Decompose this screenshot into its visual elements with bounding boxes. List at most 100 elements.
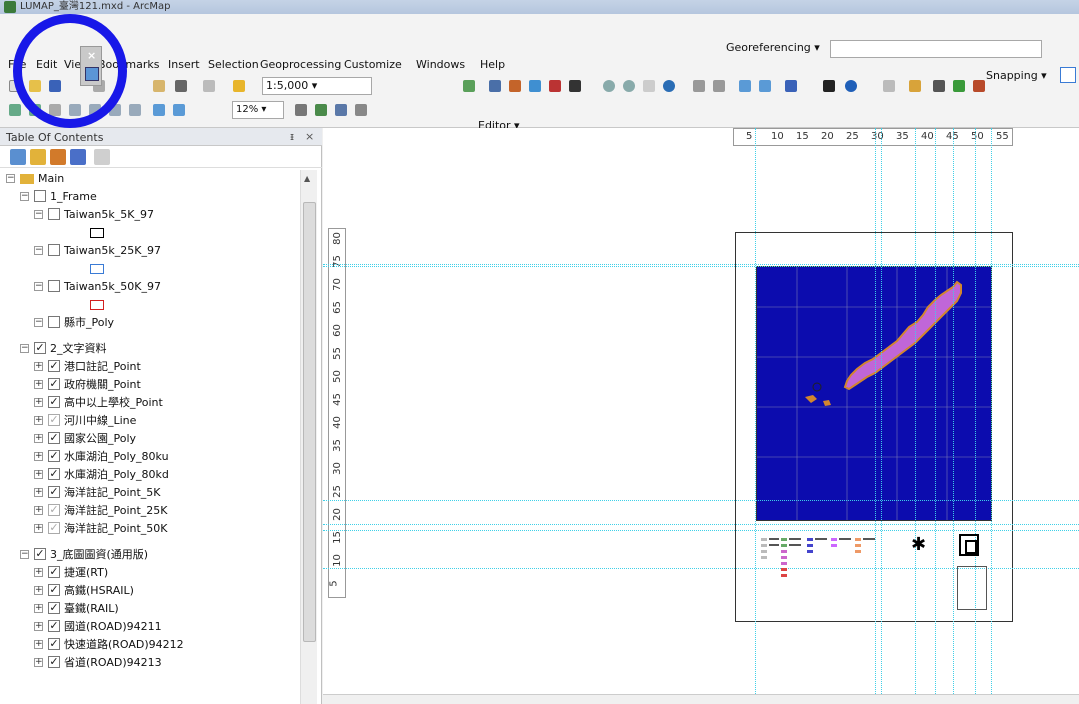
layer-row[interactable]: + ✓ 捷運(RT) [34, 564, 108, 582]
guide-line[interactable] [935, 128, 936, 704]
menu-customize[interactable]: Customize [344, 54, 402, 76]
expand-icon[interactable]: + [34, 397, 43, 407]
collapse-icon[interactable]: − [20, 191, 29, 201]
layer-checkbox[interactable]: ✓ [48, 414, 60, 426]
layout-zoom-out-icon[interactable] [26, 101, 44, 119]
guide-line[interactable] [991, 128, 992, 704]
layer-row[interactable]: + ✓ 海洋註記_Point_5K [34, 484, 161, 502]
north-arrow-icon[interactable]: ✱ [911, 534, 926, 555]
menu-edit[interactable]: Edit [36, 54, 57, 76]
collapse-icon[interactable]: − [34, 209, 43, 219]
expand-icon[interactable]: + [34, 451, 43, 461]
layout-tool-icon[interactable] [85, 67, 99, 81]
layer-checkbox[interactable]: ✓ [48, 468, 60, 480]
layer-symbol[interactable] [90, 264, 104, 274]
layer-checkbox[interactable]: ✓ [48, 602, 60, 614]
expand-icon[interactable]: + [34, 487, 43, 497]
layer-row[interactable]: + ✓ 國道(ROAD)94211 [34, 618, 162, 636]
list-by-selection-icon[interactable] [70, 149, 86, 165]
layer-checkbox[interactable]: ✓ [48, 378, 60, 390]
layer-row[interactable]: − Taiwan5k_25K_97 [34, 242, 161, 260]
fixed-zoom-out-layout-icon[interactable] [126, 101, 144, 119]
collapse-icon[interactable]: − [34, 281, 43, 291]
new-document-button[interactable] [6, 77, 24, 95]
full-extent-icon[interactable] [660, 77, 678, 95]
list-by-source-icon[interactable] [30, 149, 46, 165]
collapse-icon[interactable]: − [20, 549, 29, 559]
toc-root-main[interactable]: − Main [6, 170, 64, 188]
layer-checkbox[interactable]: ✓ [48, 620, 60, 632]
find-icon[interactable] [930, 77, 948, 95]
guide-line[interactable] [323, 530, 1079, 531]
guide-line[interactable] [323, 264, 1079, 265]
layer-checkbox[interactable] [48, 280, 60, 292]
catalog-button[interactable] [506, 77, 524, 95]
layer-symbol[interactable] [90, 228, 104, 238]
toggle-draft-mode-icon[interactable] [292, 101, 310, 119]
options-icon[interactable] [94, 149, 110, 165]
fixed-zoom-in-icon[interactable] [690, 77, 708, 95]
delete-button[interactable] [172, 77, 190, 95]
list-by-visibility-icon[interactable] [50, 149, 66, 165]
fixed-zoom-in-layout-icon[interactable] [106, 101, 124, 119]
layout-pan-icon[interactable] [46, 101, 64, 119]
floating-toolbar[interactable]: × [80, 46, 102, 86]
expand-icon[interactable]: + [34, 603, 43, 613]
layer-row[interactable]: + ✓ 政府機關_Point [34, 376, 141, 394]
fixed-zoom-out-icon[interactable] [710, 77, 728, 95]
layer-checkbox[interactable]: ✓ [48, 504, 60, 516]
expand-icon[interactable]: + [34, 567, 43, 577]
expand-icon[interactable]: + [34, 433, 43, 443]
layer-checkbox[interactable]: ✓ [48, 486, 60, 498]
focus-data-frame-icon[interactable] [312, 101, 330, 119]
layer-row[interactable]: + ✓ 臺鐵(RAIL) [34, 600, 119, 618]
georeferencing-dropdown[interactable]: Georeferencing ▾ [726, 41, 820, 54]
select-features-icon[interactable] [782, 77, 800, 95]
expand-icon[interactable]: + [34, 379, 43, 389]
layer-checkbox[interactable]: ✓ [48, 360, 60, 372]
find-route-icon[interactable] [950, 77, 968, 95]
layer-checkbox[interactable]: ✓ [48, 432, 60, 444]
layer-checkbox[interactable] [48, 244, 60, 256]
collapse-icon[interactable]: − [6, 173, 15, 183]
layer-row[interactable]: − 縣市_Poly [34, 314, 114, 332]
data-frame[interactable] [756, 266, 992, 521]
layer-row[interactable]: + ✓ 快速道路(ROAD)94212 [34, 636, 184, 654]
layer-group-row[interactable]: − 1_Frame [20, 188, 97, 206]
layer-checkbox[interactable]: ✓ [48, 522, 60, 534]
undo-button[interactable] [200, 77, 218, 95]
inset-map[interactable] [957, 566, 987, 610]
menu-file[interactable]: File [8, 54, 26, 76]
collapse-icon[interactable]: − [34, 317, 43, 327]
toc-scrollbar[interactable]: ▲ [300, 170, 317, 704]
guide-line[interactable] [875, 128, 876, 704]
guide-line[interactable] [323, 500, 1079, 501]
expand-icon[interactable]: + [34, 523, 43, 533]
layer-row[interactable]: + ✓ 水庫湖泊_Poly_80ku [34, 448, 169, 466]
menu-bookmarks[interactable]: Bookmarks [98, 54, 159, 76]
guide-line[interactable] [953, 128, 954, 704]
python-button[interactable] [566, 77, 584, 95]
guide-line[interactable] [755, 128, 756, 704]
menu-insert[interactable]: Insert [168, 54, 200, 76]
zoom-out-icon[interactable] [620, 77, 638, 95]
layer-checkbox[interactable]: ✓ [48, 450, 60, 462]
layer-checkbox[interactable] [34, 190, 46, 202]
expand-icon[interactable]: + [34, 505, 43, 515]
expand-icon[interactable]: + [34, 639, 43, 649]
arctoolbox-button[interactable] [546, 77, 564, 95]
map-scale-input[interactable]: 1:5,000 ▾ [262, 77, 372, 95]
layer-group-row[interactable]: − ✓ 3_底圖圖資(通用版) [20, 546, 148, 564]
collapse-icon[interactable]: − [34, 245, 43, 255]
add-data-button[interactable] [230, 77, 248, 95]
layer-symbol[interactable] [90, 300, 104, 310]
layer-checkbox[interactable]: ✓ [34, 342, 46, 354]
identify-icon[interactable] [842, 77, 860, 95]
layer-checkbox[interactable]: ✓ [34, 548, 46, 560]
scroll-up-icon[interactable]: ▲ [304, 174, 310, 183]
layer-checkbox[interactable]: ✓ [48, 584, 60, 596]
index-map-icon[interactable] [959, 534, 979, 556]
expand-icon[interactable]: + [34, 585, 43, 595]
close-icon[interactable]: × [305, 130, 314, 143]
scrollbar-thumb[interactable] [303, 202, 316, 642]
